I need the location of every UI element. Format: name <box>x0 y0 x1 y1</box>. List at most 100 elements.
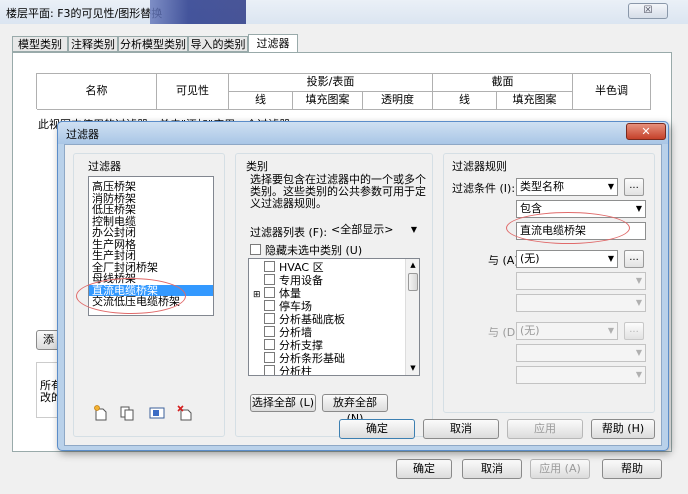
checkbox-box <box>250 244 261 255</box>
category-row[interactable]: 分析条形基础 <box>253 352 345 365</box>
and-2-value-dropdown[interactable]: ▼ <box>516 366 646 384</box>
col-visibility: 可见性 <box>157 74 229 110</box>
deselect-all-button[interactable]: 放弃全部 (N) <box>322 394 388 425</box>
dropdown-arrow-icon: ▼ <box>607 254 614 263</box>
tab-model-categories[interactable]: 模型类别 <box>12 36 68 52</box>
categories-label: 类别 <box>246 160 268 173</box>
dialog-help-button[interactable]: 帮助 (H) <box>591 419 655 439</box>
col-proj-line: 线 <box>229 92 293 110</box>
dialog-ok-button[interactable]: 确定 <box>339 419 415 439</box>
filter-list-dropdown[interactable]: <全部显示> ▼ <box>328 222 420 240</box>
tab-annotation-categories[interactable]: 注释类别 <box>68 36 118 52</box>
annotation-ring <box>506 212 630 244</box>
scroll-down-arrow-icon[interactable]: ▼ <box>406 362 419 374</box>
delete-filter-button[interactable] <box>176 404 194 422</box>
tab-analytical-model-categories[interactable]: 分析模型类别 <box>118 36 188 52</box>
categories-scrollbar[interactable]: ▲ ▼ <box>405 259 419 375</box>
close-icon: ☒ <box>643 5 653 16</box>
outer-close-button[interactable]: ☒ <box>628 3 668 19</box>
filters-dialog: 过滤器 ✕ 过滤器 高压桥架 消防桥架 低压桥架 控制电缆 办公封闭 生产网格 … <box>57 121 669 451</box>
rename-icon <box>149 407 165 419</box>
outer-cancel-button[interactable]: 取消 <box>462 459 522 479</box>
category-row[interactable]: 分析基础底板 <box>253 313 345 326</box>
dialog-cancel-button[interactable]: 取消 <box>423 419 499 439</box>
category-checkbox <box>264 313 275 324</box>
categories-description: 选择要包含在过滤器中的一个或多个类别。这些类别的公共参数可用于定义过滤器规则。 <box>250 173 426 210</box>
category-row[interactable]: 专用设备 <box>253 274 323 287</box>
col-halftone: 半色调 <box>573 74 651 110</box>
filters-label: 过滤器 <box>88 160 121 173</box>
dropdown-arrow-icon: ▼ <box>635 276 642 285</box>
col-cut-line: 线 <box>433 92 497 110</box>
col-cut: 截面 <box>433 74 573 92</box>
and-dropdown-1[interactable]: (无) ▼ <box>516 250 618 268</box>
filter-by-more-button[interactable]: ... <box>624 178 644 196</box>
outer-title-bar: 楼层平面: F3的可见性/图形替换 ☒ <box>0 0 688 24</box>
category-checkbox <box>264 300 275 311</box>
category-row[interactable]: HVAC 区 <box>253 261 324 274</box>
dropdown-arrow-icon: ▼ <box>607 182 614 191</box>
outer-title-dark-block <box>150 0 246 24</box>
col-proj-fill: 填充图案 <box>293 92 363 110</box>
annotation-ring <box>76 278 186 314</box>
outer-help-button[interactable]: 帮助 <box>602 459 662 479</box>
outer-ok-button[interactable]: 确定 <box>396 459 452 479</box>
dialog-apply-button[interactable]: 应用 <box>507 419 583 439</box>
category-checkbox <box>264 365 275 375</box>
outer-apply-button[interactable]: 应用 (A) <box>530 459 590 479</box>
category-checkbox <box>264 261 275 272</box>
col-proj-transparency: 透明度 <box>363 92 433 110</box>
categories-group: 类别 选择要包含在过滤器中的一个或多个类别。这些类别的公共参数可用于定义过滤器规… <box>235 153 433 437</box>
category-row[interactable]: 分析墙 <box>253 326 312 339</box>
outer-tab-strip: 模型类别 注释类别 分析模型类别 导入的类别 过滤器 <box>12 34 672 53</box>
filter-item[interactable]: 高压桥架 <box>89 181 213 193</box>
filter-item[interactable]: 生产封闭 <box>89 250 213 262</box>
category-checkbox <box>264 352 275 363</box>
filter-list-label: 过滤器列表 (F): <box>250 226 328 239</box>
select-all-button[interactable]: 选择全部 (L) <box>250 394 316 412</box>
tab-filters[interactable]: 过滤器 <box>248 34 298 53</box>
and-dropdown-2[interactable]: (无) ▼ <box>516 322 618 340</box>
filter-item[interactable]: 办公封闭 <box>89 227 213 239</box>
filters-table-header: 名称 可见性 投影/表面 线 填充图案 透明度 截面 线 填充图案 半色调 <box>36 73 651 110</box>
scroll-thumb[interactable] <box>408 273 418 291</box>
dialog-client-area: 过滤器 高压桥架 消防桥架 低压桥架 控制电缆 办公封闭 生产网格 生产封闭 全… <box>64 144 662 446</box>
duplicate-filter-button[interactable] <box>118 404 136 422</box>
col-name: 名称 <box>37 74 157 110</box>
delete-icon <box>177 405 192 421</box>
category-row[interactable]: ⊞ 体量 <box>253 287 301 300</box>
category-row[interactable]: 停车场 <box>253 300 312 313</box>
filter-rules-label: 过滤器规则 <box>452 160 507 173</box>
categories-tree[interactable]: HVAC 区 专用设备 ⊞ 体量 停车场 分析基础底板 分析墙 分析支撑 分析条形… <box>248 258 420 376</box>
tab-imported-categories[interactable]: 导入的类别 <box>188 36 248 52</box>
new-filter-button[interactable] <box>92 404 110 422</box>
col-projection-surface: 投影/表面 <box>229 74 433 92</box>
close-icon: ✕ <box>641 125 651 138</box>
and-2-more-button[interactable]: ... <box>624 322 644 340</box>
new-file-icon <box>94 405 107 421</box>
scroll-up-arrow-icon[interactable]: ▲ <box>406 259 419 271</box>
and-1-operator-dropdown[interactable]: ▼ <box>516 272 646 290</box>
and-1-more-button[interactable]: ... <box>624 250 644 268</box>
filter-by-label: 过滤条件 (I): <box>452 182 516 195</box>
category-checkbox <box>264 326 275 337</box>
and-2-operator-dropdown[interactable]: ▼ <box>516 344 646 362</box>
dialog-title: 过滤器 <box>66 128 99 141</box>
col-cut-fill: 填充图案 <box>497 92 573 110</box>
rename-filter-button[interactable] <box>148 404 166 422</box>
dialog-close-button[interactable]: ✕ <box>626 123 666 140</box>
filter-rules-group: 过滤器规则 过滤条件 (I): 类型名称 ▼ ... 包含 ▼ 直流电缆桥架 与 (… <box>443 153 655 413</box>
dropdown-arrow-icon: ▼ <box>635 370 642 379</box>
hide-unchecked-checkbox[interactable]: 隐藏未选中类别 (U) <box>250 242 362 257</box>
filter-item[interactable]: 低压桥架 <box>89 204 213 216</box>
filter-by-dropdown[interactable]: 类型名称 ▼ <box>516 178 618 196</box>
dialog-title-bar: 过滤器 ✕ <box>58 122 668 144</box>
dropdown-arrow-icon: ▼ <box>410 225 417 234</box>
category-row[interactable]: 分析柱 <box>253 365 312 375</box>
category-checkbox <box>264 339 275 350</box>
and-1-value-dropdown[interactable]: ▼ <box>516 294 646 312</box>
dropdown-arrow-icon: ▼ <box>635 348 642 357</box>
dropdown-arrow-icon: ▼ <box>635 204 642 213</box>
category-row[interactable]: 分析支撑 <box>253 339 323 352</box>
outer-title: 楼层平面: F3的可见性/图形替换 <box>6 7 163 20</box>
